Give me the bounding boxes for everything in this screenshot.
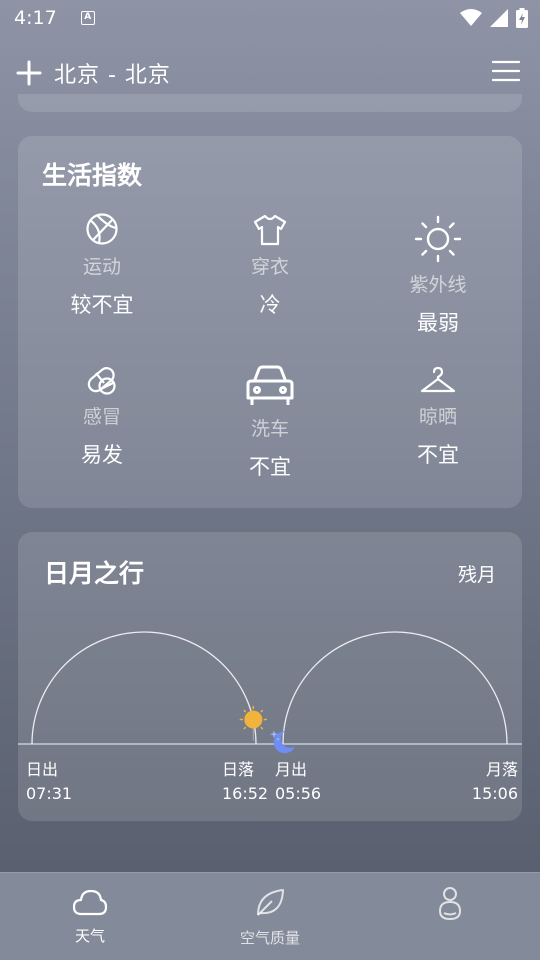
moonset-label: 月落 [485,760,518,779]
index-value: 较不宜 [70,293,134,317]
index-label: 紫外线 [409,274,467,296]
sunset-label: 日落 [222,760,255,779]
wifi-icon [460,9,482,26]
menu-icon[interactable] [492,60,520,82]
index-value: 最弱 [417,311,459,335]
person-icon [438,887,462,921]
sun-marker-icon [239,705,268,741]
moonrise-label: 月出 [275,760,308,779]
sunset-time: 16:52 [222,784,269,803]
moonset-time: 15:06 [471,784,518,803]
basketball-icon [86,213,118,245]
city-title: 北京 - 北京 [54,63,171,88]
index-value: 冷 [259,293,281,317]
cloud-icon [72,889,108,916]
moon-arc [282,631,508,745]
index-value: 不宜 [417,443,459,467]
index-item-carwash[interactable]: 洗车 不宜 [200,356,340,481]
index-label: 洗车 [250,418,289,440]
tab-weather[interactable]: 天气 [30,887,150,946]
index-item-cold[interactable]: 感冒 易发 [32,356,172,469]
index-item-dressing[interactable]: 穿衣 冷 [200,206,340,319]
index-item-drying[interactable]: 晾晒 不宜 [368,356,508,469]
tshirt-icon [253,214,287,246]
status-bar: 4:17 A [0,0,540,36]
sunrise-info: 日出 07:31 [26,758,72,806]
tab-profile[interactable] [390,887,510,935]
sun-arc [31,631,257,745]
moonrise-info: 月出 05:56 [275,758,321,806]
index-value: 易发 [81,443,123,467]
sunrise-time: 07:31 [26,784,73,803]
index-value: 不宜 [249,455,291,479]
sun-moon-card: 日月之行 残月 日出 07:31 日落 16:52 月出 05:56 月落 15… [18,532,522,821]
app-header: 北京 - 北京 [0,50,540,96]
add-city-icon[interactable] [16,60,42,86]
hanger-icon [420,366,456,393]
status-icons [460,8,528,28]
life-index-title: 生活指数 [42,161,143,190]
car-icon [246,365,294,405]
previous-card-edge [18,94,522,112]
moonrise-time: 05:56 [275,784,322,803]
battery-icon [516,8,528,28]
sun-icon [414,215,462,263]
leaf-icon [257,889,284,916]
tab-label: 天气 [74,927,105,945]
index-label: 感冒 [82,406,121,428]
signal-icon [490,9,508,27]
status-time: 4:17 [14,7,57,29]
index-label: 穿衣 [250,256,289,278]
notification-a-icon: A [80,11,95,25]
index-item-sport[interactable]: 运动 较不宜 [32,206,172,319]
tab-air-quality[interactable]: 空气质量 [210,887,330,948]
sunset-info: 日落 16:52 [222,758,268,806]
index-label: 晾晒 [418,406,457,428]
index-item-uv[interactable]: 紫外线 最弱 [368,206,508,337]
life-index-card: 生活指数 运动 较不宜 穿衣 冷 紫外线 最弱 感冒 易发 洗车 不宜 晾晒 不… [18,136,522,508]
moonset-info: 月落 15:06 [472,758,518,806]
index-label: 运动 [82,256,121,278]
bottom-tab-bar: 天气 空气质量 [0,872,540,960]
tab-label: 空气质量 [239,929,300,947]
pill-icon [87,367,116,395]
sunrise-label: 日出 [26,760,59,779]
sun-moon-diagram [18,631,522,754]
